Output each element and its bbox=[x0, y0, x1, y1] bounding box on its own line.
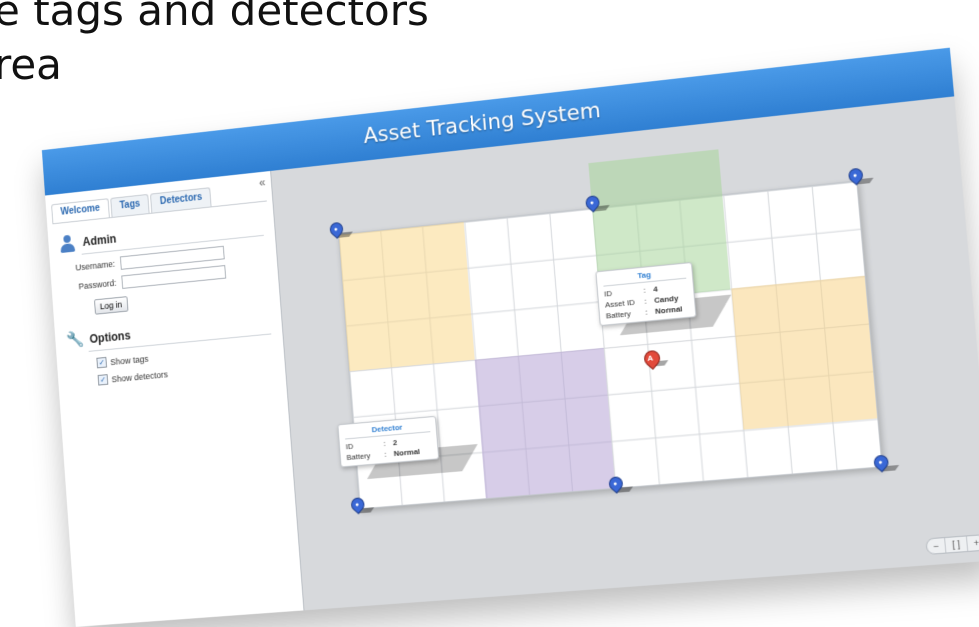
detector-pin[interactable] bbox=[327, 219, 353, 239]
show-tags-label: Show tags bbox=[109, 353, 149, 367]
zone-yellow bbox=[338, 221, 475, 372]
detector-pin[interactable] bbox=[348, 494, 375, 515]
detector-pin[interactable] bbox=[606, 473, 634, 494]
tag-id-value: 4 bbox=[652, 284, 659, 294]
detector-pin[interactable] bbox=[582, 192, 610, 213]
options-heading: Options bbox=[89, 328, 131, 346]
show-tags-checkbox[interactable]: ✓ bbox=[96, 356, 108, 369]
sidebar: « Welcome Tags Detectors Admin Username:… bbox=[45, 170, 305, 627]
login-button[interactable]: Log in bbox=[93, 296, 129, 315]
username-label: Username: bbox=[75, 258, 116, 273]
tag-battery-value: Normal bbox=[654, 304, 683, 316]
zoom-out-button[interactable]: − bbox=[926, 538, 947, 554]
sidebar-tabs: Welcome Tags Detectors bbox=[51, 187, 214, 224]
slide-title-line-2: rea bbox=[0, 40, 62, 89]
map-area[interactable]: A Tag ID:4 Asset ID: Candy Battery: Normal… bbox=[271, 96, 979, 610]
zoom-fit-button[interactable]: [ ] bbox=[945, 536, 968, 553]
zoom-controls: − [ ] + bbox=[925, 534, 979, 555]
collapse-sidebar-button[interactable]: « bbox=[259, 175, 266, 189]
admin-heading: Admin bbox=[82, 231, 117, 249]
show-detectors-checkbox[interactable]: ✓ bbox=[97, 374, 109, 386]
zone-orange bbox=[731, 275, 878, 430]
detector-battery-value: Normal bbox=[393, 446, 421, 459]
zoom-in-button[interactable]: + bbox=[967, 535, 979, 551]
tag-marker[interactable]: A bbox=[640, 347, 669, 370]
password-input[interactable] bbox=[121, 265, 227, 289]
detector-popup[interactable]: Detector ID:2 Battery: Normal bbox=[337, 415, 440, 468]
detector-pin[interactable] bbox=[871, 452, 900, 473]
app-window: Asset Tracking System « Welcome Tags Det… bbox=[41, 47, 979, 627]
slide-title-line-1: e tags and detectors bbox=[0, 0, 429, 35]
options-section: 🔧 Options ✓ Show tags ✓ Show detectors bbox=[66, 313, 274, 388]
show-detectors-label: Show detectors bbox=[111, 369, 169, 384]
password-label: Password: bbox=[78, 278, 117, 292]
detector-id-value: 2 bbox=[392, 438, 398, 448]
zone-purple bbox=[474, 347, 616, 499]
user-icon bbox=[59, 234, 76, 253]
tag-marker-letter: A bbox=[647, 353, 654, 364]
slide-bullet-mark: : bbox=[0, 578, 3, 616]
detector-pin[interactable] bbox=[845, 165, 874, 186]
tag-popup[interactable]: Tag ID:4 Asset ID: Candy Battery: Normal bbox=[595, 261, 697, 327]
admin-section: Admin Username: Password: Log in bbox=[59, 215, 269, 318]
wrench-icon: 🔧 bbox=[65, 331, 85, 350]
